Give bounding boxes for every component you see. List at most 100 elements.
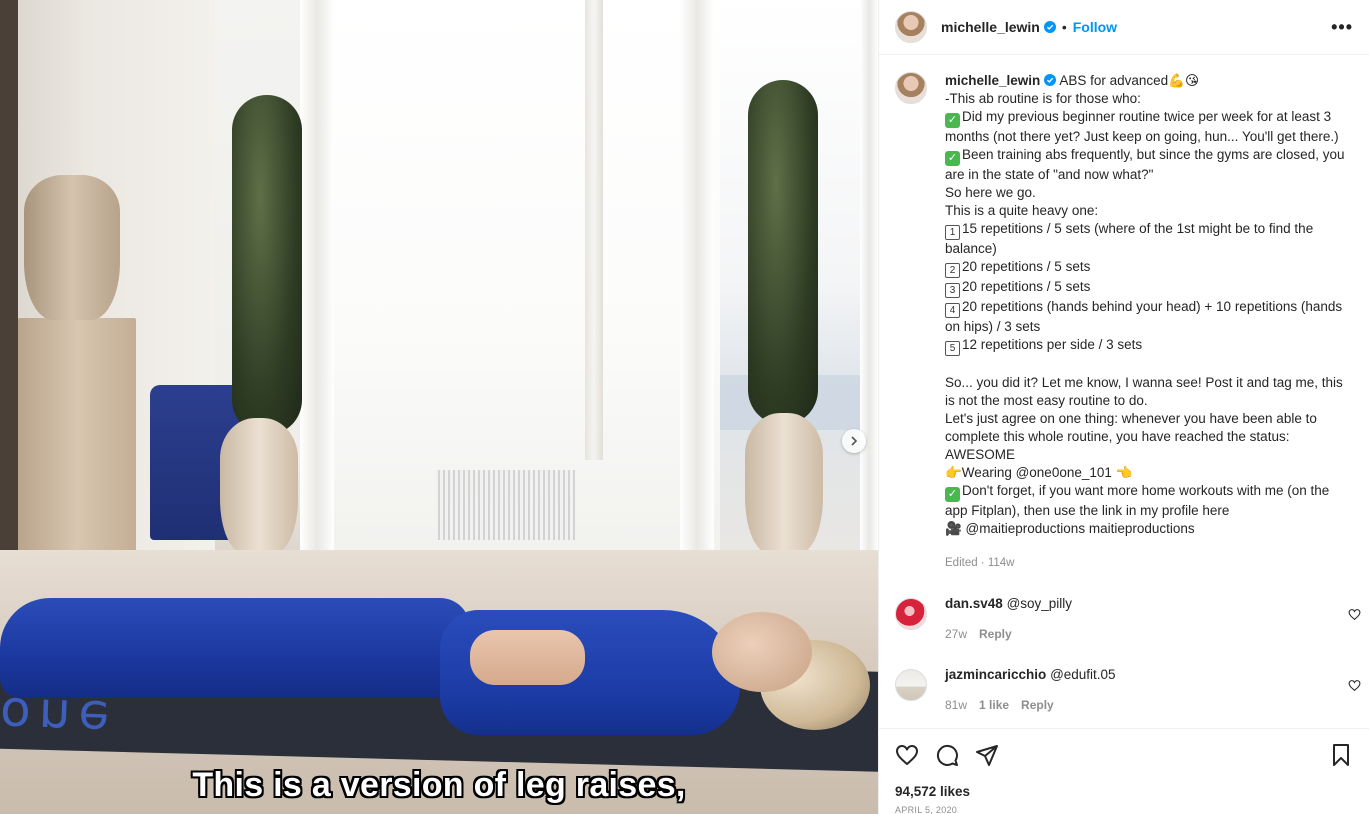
caption-meta: Edited · 114w [945,557,1015,569]
avatar[interactable] [895,598,927,630]
comment-username[interactable]: dan.sv48 [945,596,1003,611]
media-door-frame [300,0,334,555]
comment-username[interactable]: jazmincaricchio [945,667,1046,682]
post-date: APRIL 5, 2020 [895,805,958,814]
likes-count[interactable]: 94,572 likes [879,784,1369,799]
caption-line: ✓ Don't forget, if you want more home wor… [945,482,1345,520]
check-emoji-icon: ✓ [945,487,960,502]
chevron-right-icon [851,436,858,446]
media-topiary [232,95,302,435]
number-emoji-icon: 3 [945,283,960,298]
check-emoji-icon: ✓ [945,151,960,166]
caption-line-text: 20 repetitions / 5 sets [962,259,1091,274]
caption-line: 👉Wearing @one0one_101 👈 [945,464,1345,482]
post-caption: michelle_lewin ABS for advanced💪😘 -This … [879,56,1369,572]
caption-first-line: michelle_lewin ABS for advanced💪😘 [945,72,1345,90]
comment-text[interactable]: @soy_pilly [1007,596,1072,611]
comment-meta: 27w Reply [945,625,1072,643]
caption-username[interactable]: michelle_lewin [945,73,1040,88]
caption-line-text: This is a quite heavy one: [945,203,1099,218]
caption-line-text: 🎥 @maitieproductions maitieproductions [945,521,1195,536]
comment-age[interactable]: 81w [945,696,967,714]
caption-line-text: Did my previous beginner routine twice p… [945,109,1339,144]
media-urn [24,175,120,320]
like-heart-icon[interactable] [895,743,919,767]
like-comment-icon[interactable] [1348,679,1361,692]
caption-line-text: Let's just agree on one thing: whenever … [945,411,1321,462]
media-planter [220,418,298,553]
comment-body: dan.sv48 @soy_pilly 27w Reply [945,596,1072,643]
caption-line-text: 👉Wearing @one0one_101 👈 [945,465,1133,480]
media-door-frame [860,0,878,555]
caption-line-text [945,357,949,372]
media-planter [745,413,823,553]
comment-item: dan.sv48 @soy_pilly 27w Reply [879,596,1369,643]
comment-likes[interactable]: 1 like [979,696,1009,714]
caption-line-text: 15 repetitions / 5 sets (where of the 1s… [945,221,1317,256]
caption-line-text: Been training abs frequently, but since … [945,147,1349,182]
avatar[interactable] [895,669,927,701]
caption-line: This is a quite heavy one: [945,202,1345,220]
next-media-button[interactable] [842,429,866,453]
caption-lines: -This ab routine is for those who: ✓ Did m… [945,90,1345,538]
caption-line: So here we go. [945,184,1345,202]
post-header: michelle_lewin • Follow ••• [879,0,1369,55]
comment-age[interactable]: 27w [945,625,967,643]
media-person-head [712,612,812,692]
avatar[interactable] [895,11,927,43]
number-emoji-icon: 1 [945,225,960,240]
caption-line: 4 20 repetitions (hands behind your head)… [945,298,1345,336]
number-emoji-icon: 4 [945,303,960,318]
reply-button[interactable]: Reply [979,625,1012,643]
header-username[interactable]: michelle_lewin [941,19,1040,35]
follow-button[interactable]: Follow [1073,19,1117,35]
caption-line: -This ab routine is for those who: [945,90,1345,108]
caption-title: ABS for advanced💪😘 [1059,73,1200,88]
reply-button[interactable]: Reply [1021,696,1054,714]
avatar[interactable] [895,72,927,104]
caption-line: Let's just agree on one thing: whenever … [945,410,1345,464]
caption-line-text: 12 repetitions per side / 3 sets [962,337,1143,352]
caption-line: 🎥 @maitieproductions maitieproductions [945,520,1345,538]
post-media[interactable]: one This is a version of leg raises, [0,0,878,814]
caption-line-text: So... you did it? Let me know, I wanna s… [945,375,1347,408]
video-subtitle: This is a version of leg raises, [192,766,686,804]
caption-line: 3 20 repetitions / 5 sets [945,278,1345,298]
comment-text[interactable]: @edufit.05 [1050,667,1116,682]
caption-line: 1 15 repetitions / 5 sets (where of the 1… [945,220,1345,258]
verified-badge-icon [1044,74,1057,86]
caption-line-text: Don't forget, if you want more home work… [945,483,1334,518]
number-emoji-icon: 2 [945,263,960,278]
action-bar [879,729,1369,781]
media-topiary [748,80,818,425]
comment-bubble-icon[interactable] [935,743,959,767]
caption-line: ✓ Been training abs frequently, but since… [945,146,1345,184]
media-person-midriff [470,630,585,685]
caption-line-text: So here we go. [945,185,1036,200]
media-person-legs [0,598,470,698]
caption-line-text: 20 repetitions (hands behind your head) … [945,299,1346,334]
caption-line: So... you did it? Let me know, I wanna s… [945,374,1345,410]
caption-line-text: 20 repetitions / 5 sets [962,279,1091,294]
number-emoji-icon: 5 [945,341,960,356]
caption-line: ✓ Did my previous beginner routine twice … [945,108,1345,146]
caption-line: 2 20 repetitions / 5 sets [945,258,1345,278]
comments-scroll-area[interactable]: michelle_lewin ABS for advanced💪😘 -This … [879,56,1369,728]
verified-badge-icon [1043,21,1056,33]
media-pedestal [18,318,136,556]
save-bookmark-icon[interactable] [1329,743,1353,767]
caption-line-text: -This ab routine is for those who: [945,91,1141,106]
media-railing [435,470,575,540]
caption-line [945,356,1345,374]
media-door-frame [680,0,714,555]
check-emoji-icon: ✓ [945,113,960,128]
caption-line: 5 12 repetitions per side / 3 sets [945,336,1345,356]
share-send-icon[interactable] [975,743,999,767]
more-options-icon[interactable]: ••• [1331,17,1353,38]
header-separator: • [1061,19,1067,35]
comment-item: jazmincaricchio @edufit.05 81w 1 like Re… [879,667,1369,714]
post-side-panel: michelle_lewin • Follow ••• michelle_lew… [878,0,1369,814]
like-comment-icon[interactable] [1348,608,1361,621]
comment-meta: 81w 1 like Reply [945,696,1116,714]
media-palm [585,0,603,460]
